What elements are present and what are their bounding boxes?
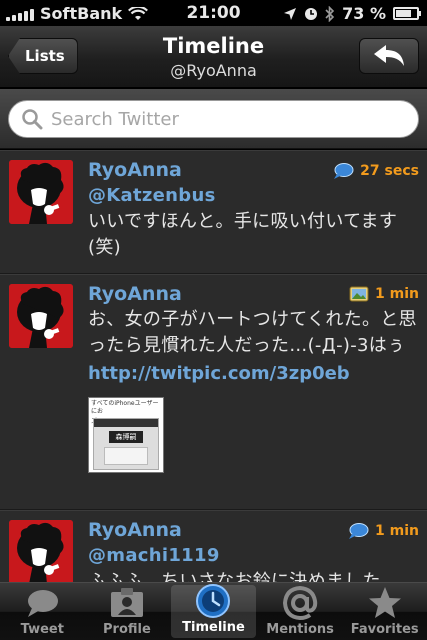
tab-favorites[interactable]: Favorites [342,583,427,640]
speech-bubble-icon [28,590,59,617]
clock-icon [196,584,231,618]
status-right: 73 % [283,4,421,23]
search-icon [22,109,43,130]
tab-profile[interactable]: Profile [85,583,170,640]
photo-icon [349,286,369,302]
tweet-body: RyoAnna 1 min お、女の子がハートつけてくれた。と思ったら見慣れた人… [88,281,419,473]
speech-bubble-icon [349,523,369,539]
status-bar: SoftBank 21:00 73 % [0,0,427,26]
tab-timeline[interactable]: Timeline [171,584,256,638]
tab-mentions[interactable]: Mentions [258,583,343,640]
tweet-mention[interactable]: @Katzenbus [88,183,419,209]
star-icon [368,587,401,618]
tab-bar: Tweet Profile Timeline Mentions Favorite… [0,582,427,640]
compose-reply-button[interactable] [359,38,419,74]
tweet-mention[interactable]: @machi1119 [88,543,419,569]
tweet-text: お、女の子がハートつけてくれた。と思ったら見慣れた人だった…(-Д-)-3はぅ [88,309,417,356]
tweet-body: RyoAnna 1 min @machi1119 ふふふ、ちいさなお鈴に決めまし… [88,517,419,583]
timeline-list[interactable]: RyoAnna 27 secs @Katzenbus いいですほんと。手に吸い付… [0,150,427,583]
battery-icon [393,7,421,20]
search-bar [0,89,427,149]
tweet-time: 27 secs [332,162,419,180]
tweet-row[interactable]: RyoAnna 1 min @machi1119 ふふふ、ちいさなお鈴に決めまし… [0,510,427,583]
avatar[interactable] [9,520,73,583]
search-input[interactable] [51,108,391,130]
tweet-row[interactable]: RyoAnna 27 secs @Katzenbus いいですほんと。手に吸い付… [0,150,427,274]
speech-bubble-icon [334,163,354,179]
tweet-time: 1 min [349,286,419,302]
tweet-body: RyoAnna 27 secs @Katzenbus いいですほんと。手に吸い付… [88,157,419,261]
profile-card-icon [110,588,143,617]
tweet-text: @Katzenbus いいですほんと。手に吸い付いてます(笑) [88,183,419,261]
photo-thumbnail[interactable]: すべてのiPhoneユーザーにお ズ 森博嗣 [88,397,164,473]
search-field[interactable] [8,100,419,138]
tweet-text: @machi1119 ふふふ、ちいさなお鈴に決めました [88,543,419,583]
reply-arrow-icon [374,45,404,66]
navigation-bar: Lists Timeline @RyoAnna [0,26,427,88]
battery-percent: 73 % [342,4,386,23]
location-arrow-icon [284,7,297,20]
tweet-time: 1 min [347,522,419,540]
avatar[interactable] [9,160,73,224]
at-sign-icon [283,585,318,621]
alarm-clock-icon [305,7,318,20]
bluetooth-icon [325,5,335,22]
avatar[interactable] [9,284,73,348]
tweet-row[interactable]: RyoAnna 1 min お、女の子がハートつけてくれた。と思ったら見慣れた人… [0,274,427,510]
tab-tweet[interactable]: Tweet [0,583,85,640]
tweet-link[interactable]: http://twitpic.com/3zp0eb [88,359,419,389]
